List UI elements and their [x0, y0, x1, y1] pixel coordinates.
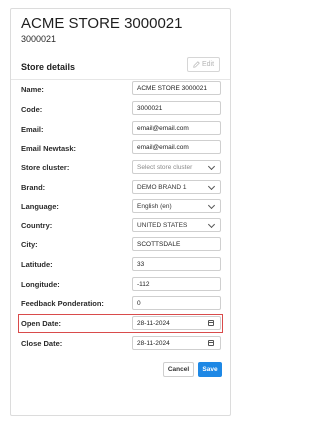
page-title: ACME STORE 3000021 [21, 15, 183, 32]
city-label: City: [21, 240, 38, 249]
email-label: Email: [21, 125, 44, 134]
close-date-input[interactable]: 28-11-2024 [132, 336, 221, 350]
pencil-icon [193, 61, 200, 68]
email-newtask-label: Email Newtask: [21, 144, 77, 153]
close-date-value: 28-11-2024 [137, 339, 170, 347]
store-code-subtitle: 3000021 [21, 34, 57, 44]
store-cluster-label: Store cluster: [21, 163, 70, 172]
code-input[interactable]: 3000021 [132, 101, 221, 115]
feedback-ponderation-input[interactable]: 0 [132, 296, 221, 310]
open-date-value: 28-11-2024 [137, 319, 170, 327]
email-newtask-input[interactable]: email@email.com [132, 140, 221, 154]
cancel-button[interactable]: Cancel [163, 362, 194, 377]
code-label: Code: [21, 105, 43, 114]
brand-select[interactable]: DEMO BRAND 1 [132, 180, 221, 194]
edit-button[interactable]: Edit [187, 57, 220, 72]
open-date-label: Open Date: [21, 319, 62, 328]
divider [11, 79, 230, 80]
chevron-down-icon [207, 220, 216, 229]
open-date-input[interactable]: 28-11-2024 [132, 316, 221, 330]
city-input[interactable]: SCOTTSDALE [132, 237, 221, 251]
store-cluster-select[interactable]: Select store cluster [132, 160, 221, 174]
feedback-ponderation-label: Feedback Ponderation: [21, 299, 104, 308]
store-cluster-placeholder: Select store cluster [137, 163, 193, 171]
country-value: UNITED STATES [137, 221, 188, 229]
edit-button-label: Edit [201, 61, 215, 68]
latitude-input[interactable]: 33 [132, 257, 221, 271]
name-label: Name: [21, 85, 44, 94]
name-input[interactable]: ACME STORE 3000021 [132, 81, 221, 95]
chevron-down-icon [207, 162, 216, 171]
latitude-label: Latitude: [21, 260, 53, 269]
country-select[interactable]: UNITED STATES [132, 218, 221, 232]
brand-value: DEMO BRAND 1 [137, 183, 187, 191]
calendar-icon[interactable] [208, 340, 214, 346]
chevron-down-icon [207, 201, 216, 210]
longitude-label: Longitude: [21, 280, 60, 289]
save-button[interactable]: Save [198, 362, 222, 377]
close-date-label: Close Date: [21, 339, 63, 348]
store-details-card: ACME STORE 3000021 3000021 Store details… [10, 8, 231, 416]
calendar-icon[interactable] [208, 320, 214, 326]
language-label: Language: [21, 202, 59, 211]
chevron-down-icon [207, 182, 216, 191]
longitude-input[interactable]: -112 [132, 277, 221, 291]
country-label: Country: [21, 221, 53, 230]
language-value: English (en) [137, 202, 172, 210]
email-input[interactable]: email@email.com [132, 121, 221, 135]
language-select[interactable]: English (en) [132, 199, 221, 213]
brand-label: Brand: [21, 183, 46, 192]
section-title: Store details [21, 62, 76, 72]
